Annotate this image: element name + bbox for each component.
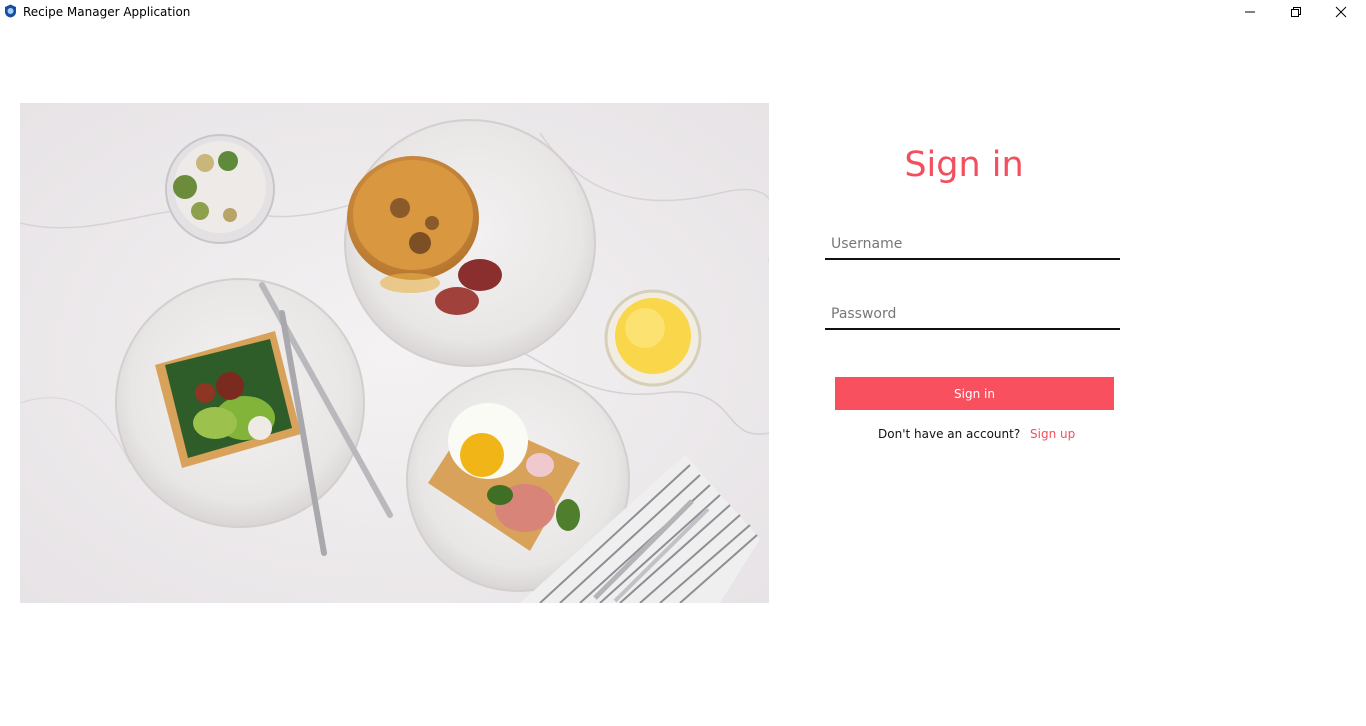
- close-button[interactable]: [1318, 0, 1364, 24]
- signup-prompt: Don't have an account?: [878, 427, 1021, 441]
- restore-icon: [1291, 7, 1301, 17]
- sign-up-link[interactable]: Sign up: [1030, 427, 1075, 441]
- username-field[interactable]: [825, 230, 1120, 260]
- food-photo: [20, 103, 769, 603]
- page-title: Sign in: [904, 145, 1024, 185]
- sign-in-button[interactable]: Sign in: [835, 377, 1114, 410]
- minimize-icon: [1245, 11, 1255, 13]
- app-icon: [5, 4, 16, 18]
- title-bar: Recipe Manager Application: [0, 0, 1366, 24]
- minimize-button[interactable]: [1227, 0, 1273, 24]
- restore-button[interactable]: [1273, 0, 1319, 24]
- signup-row: Don't have an account? Sign up: [878, 427, 1075, 441]
- sign-in-button-label: Sign in: [954, 386, 995, 401]
- password-field[interactable]: [825, 300, 1120, 330]
- close-icon: [1335, 6, 1347, 18]
- window-title: Recipe Manager Application: [23, 5, 191, 19]
